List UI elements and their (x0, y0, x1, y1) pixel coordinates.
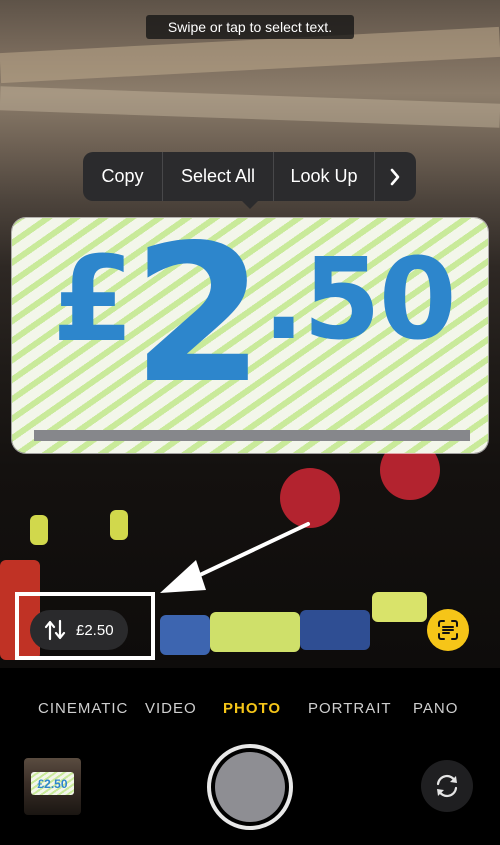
last-photo-thumbnail[interactable]: £2.50 (24, 758, 81, 815)
background-object (300, 610, 370, 650)
shutter-button[interactable] (207, 744, 293, 830)
flip-camera-button[interactable] (421, 760, 473, 812)
mode-video[interactable]: VIDEO (145, 700, 197, 717)
copy-menu-item[interactable]: Copy (83, 152, 162, 201)
live-text-icon (438, 620, 458, 640)
flip-camera-icon (436, 774, 458, 798)
selected-price-text[interactable]: £2.50 (12, 218, 488, 453)
mode-photo[interactable]: PHOTO (223, 700, 281, 717)
mode-pano[interactable]: PANO (413, 700, 458, 717)
menu-pointer (240, 199, 260, 209)
background-object (160, 615, 210, 655)
text-context-menu: Copy Select All Look Up (83, 152, 416, 201)
select-all-menu-item[interactable]: Select All (163, 152, 273, 201)
menu-more-button[interactable] (375, 152, 415, 201)
camera-mode-selector: CINEMATIC VIDEO PHOTO PORTRAIT PANO (0, 668, 500, 748)
background-object (372, 592, 427, 622)
look-up-menu-item[interactable]: Look Up (274, 152, 374, 201)
background-object (110, 510, 128, 540)
background-object (280, 468, 340, 528)
select-text-hint: Swipe or tap to select text. (146, 15, 354, 39)
background-object (30, 515, 48, 545)
mode-portrait[interactable]: PORTRAIT (308, 700, 392, 717)
chevron-right-icon (390, 168, 400, 185)
price-label: £2.50 (52, 220, 457, 410)
detected-text-button[interactable]: £2.50 (30, 610, 128, 650)
thumbnail-price: £2.50 (31, 772, 74, 795)
price-currency: £ (52, 230, 134, 368)
price-card-bar (34, 430, 470, 441)
price-integer: 2 (132, 218, 264, 425)
live-text-button[interactable] (427, 609, 469, 651)
price-decimal: .50 (262, 235, 456, 365)
background-object (210, 612, 300, 652)
detected-text-label: £2.50 (76, 621, 114, 639)
camera-controls: £2.50 (0, 744, 500, 845)
mode-cinematic[interactable]: CINEMATIC (38, 700, 128, 717)
background-beam (0, 86, 500, 128)
shutter-icon (215, 752, 285, 822)
transform-arrows-icon (44, 619, 66, 641)
